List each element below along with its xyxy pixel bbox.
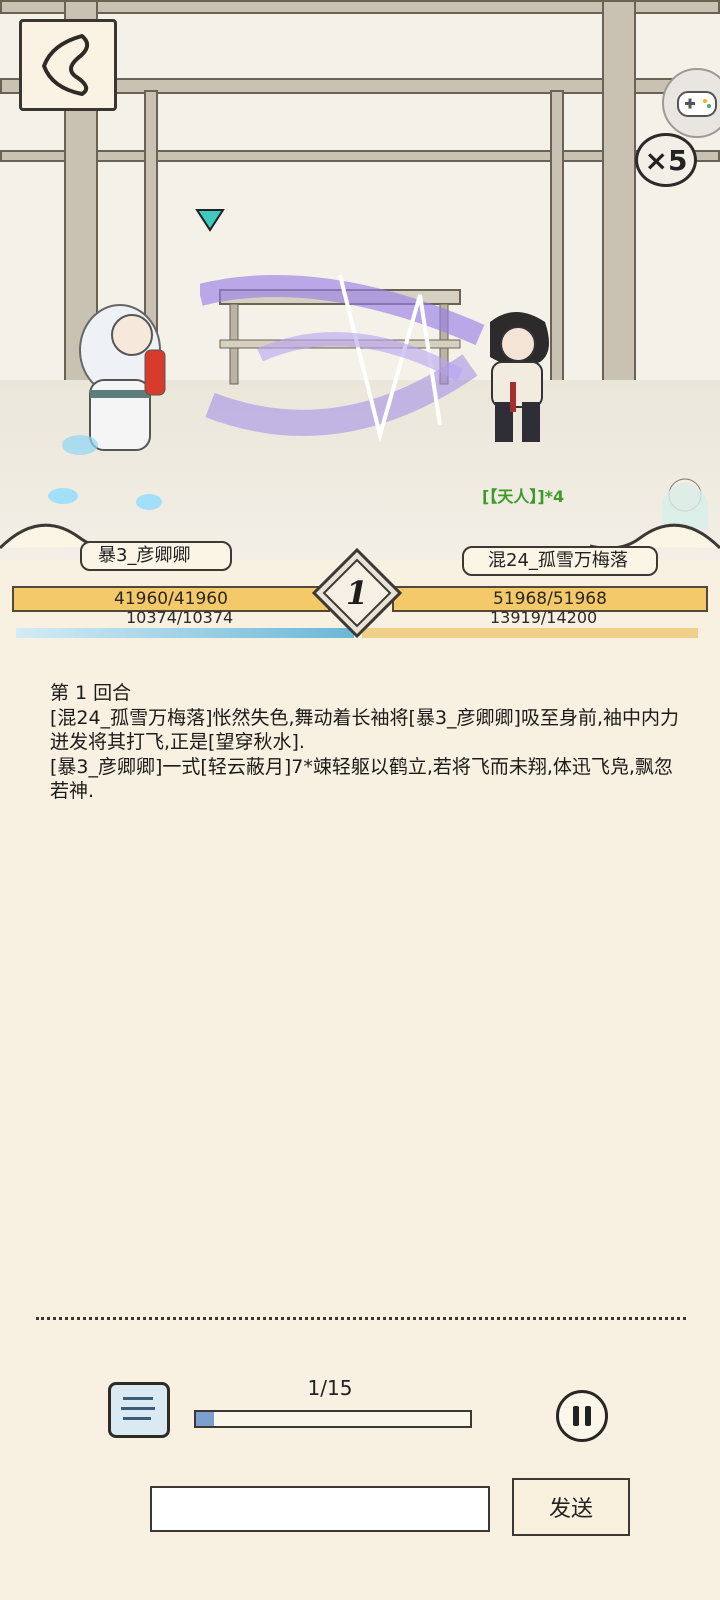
battle-scene: [【天人】]*4 ×5: [0, 0, 720, 560]
back-button[interactable]: [19, 19, 117, 111]
round-number: 1: [346, 574, 368, 612]
player-mp-text: 10374/10374: [126, 608, 234, 627]
battle-log: 第 1 回合 [混24_孤雪万梅落]怅然失色,舞动着长袖将[暴3_彦卿卿]吸至身…: [50, 681, 680, 804]
pillar: [602, 0, 636, 440]
send-button[interactable]: 发送: [512, 1478, 630, 1536]
log-line: [暴3_彦卿卿]一式[轻云蔽月]7*竦轻躯以鹤立,若将飞而未翔,体迅飞凫,飘忽若…: [50, 756, 673, 802]
enemy-buff-label: [【天人】]*4: [482, 487, 565, 506]
chat-log-button[interactable]: [108, 1382, 170, 1438]
player-mp-bar: [16, 628, 354, 638]
gamepad-icon: [677, 91, 717, 117]
speed-toggle-button[interactable]: ×5: [635, 133, 697, 187]
player-hp-text: 41960/41960: [114, 589, 228, 609]
enemy-character-sprite[interactable]: [460, 302, 570, 452]
player-character-sprite[interactable]: [50, 290, 190, 480]
round-counter-emblem: 1: [312, 548, 402, 638]
glow-effect: [48, 488, 78, 504]
pause-icon: [585, 1406, 591, 1426]
enemy-mp-text: 13919/14200: [490, 608, 598, 627]
chat-icon: [121, 1397, 155, 1420]
slash-effect: [200, 274, 485, 443]
divider: [36, 1317, 686, 1320]
log-line: [混24_孤雪万梅落]怅然失色,舞动着长袖将[暴3_彦卿卿]吸至身前,袖中内力迸…: [50, 707, 679, 753]
playback-progress-text: 1/15: [307, 1376, 353, 1400]
enemy-mp-bar: [362, 628, 698, 638]
pause-icon: [573, 1406, 579, 1426]
playback-progress-bar[interactable]: [194, 1410, 472, 1428]
message-input[interactable]: [150, 1486, 490, 1532]
playback-progress-fill: [196, 1412, 215, 1426]
player-name-label: 暴3_彦卿卿: [80, 541, 232, 571]
target-marker-icon: [195, 209, 225, 232]
gamepad-button[interactable]: [662, 68, 720, 138]
enemy-name-label: 混24_孤雪万梅落: [462, 546, 658, 576]
enemy-hp-text: 51968/51968: [493, 589, 607, 609]
back-arrow-icon: [42, 34, 90, 96]
pause-button[interactable]: [556, 1390, 608, 1442]
log-line: 第 1 回合: [50, 682, 132, 704]
